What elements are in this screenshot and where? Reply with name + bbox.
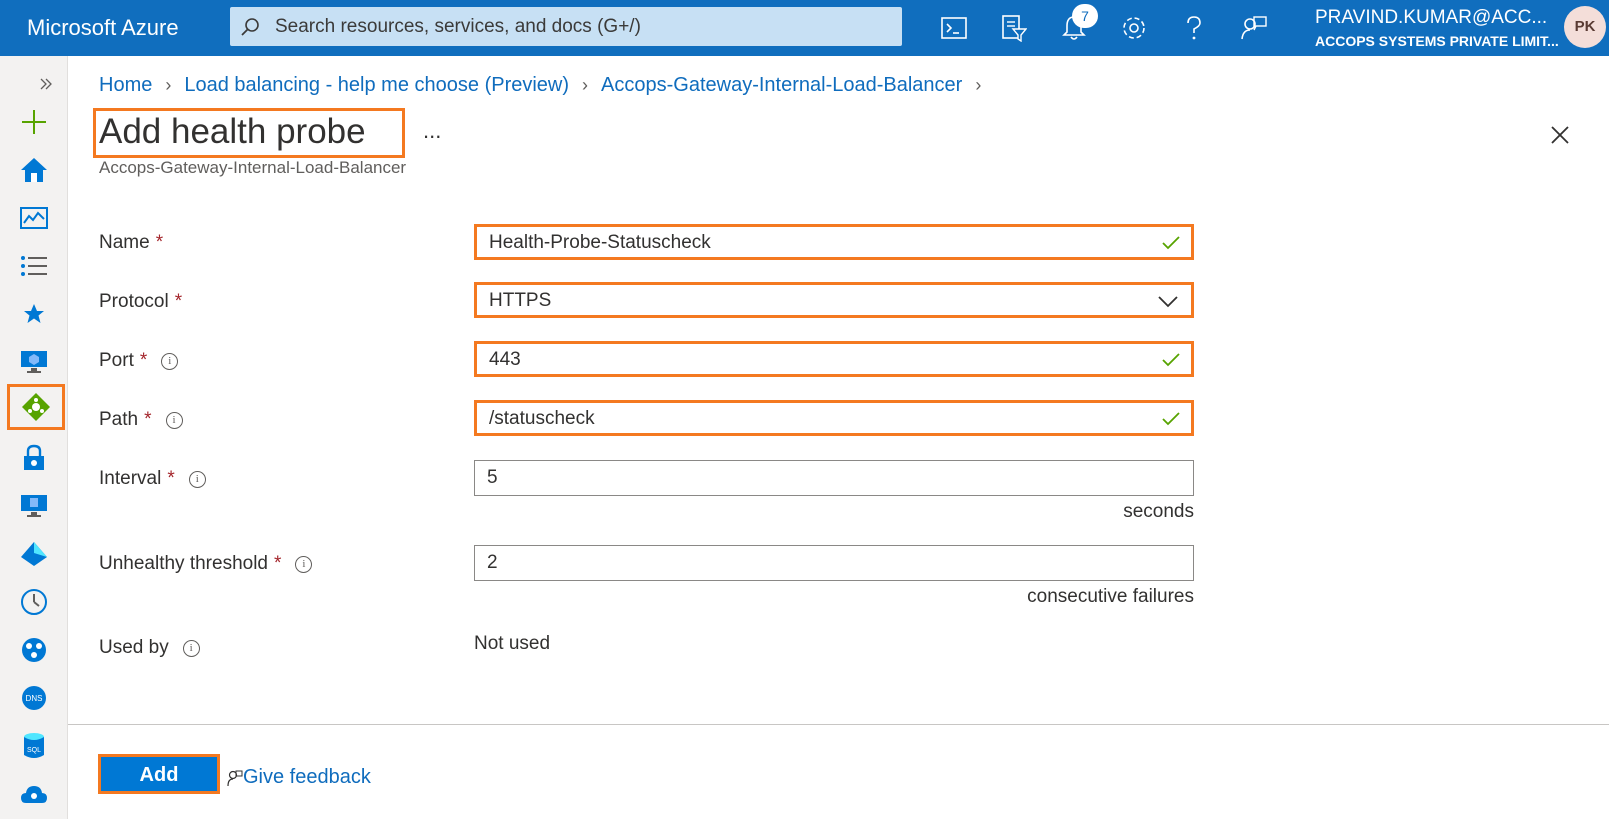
left-sidebar: DNS SQL	[0, 56, 68, 819]
info-icon[interactable]: i	[182, 639, 200, 657]
required-marker: *	[274, 553, 282, 574]
add-button[interactable]: Add	[98, 754, 220, 794]
protocol-label: Protocol *	[99, 291, 182, 313]
port-value: 443	[489, 349, 521, 370]
favorites-icon[interactable]	[14, 294, 54, 334]
name-value: Health-Probe-Statuscheck	[489, 232, 711, 253]
info-icon[interactable]: i	[161, 352, 179, 370]
user-name: PRAVIND.KUMAR@ACC...	[1315, 7, 1548, 28]
help-icon[interactable]	[1178, 12, 1210, 44]
close-icon[interactable]	[1545, 120, 1575, 150]
interval-label: Interval * i	[99, 468, 206, 490]
user-org: ACCOPS SYSTEMS PRIVATE LIMIT...	[1315, 33, 1559, 49]
required-marker: *	[174, 291, 183, 312]
cloud-shell-icon[interactable]	[938, 12, 970, 44]
give-feedback-label: Give feedback	[243, 766, 371, 788]
used-by-label-text: Used by	[99, 637, 169, 658]
load-balancer-icon[interactable]	[7, 384, 65, 430]
path-field[interactable]: /statuscheck	[474, 400, 1194, 436]
interval-field[interactable]: 5	[474, 460, 1194, 496]
virtual-desktop-icon[interactable]	[14, 486, 54, 526]
account-menu[interactable]: PRAVIND.KUMAR@ACC... ACCOPS SYSTEMS PRIV…	[1315, 7, 1559, 51]
search-placeholder: Search resources, services, and docs (G+…	[275, 16, 641, 37]
interval-value: 5	[487, 467, 498, 488]
protocol-value: HTTPS	[489, 290, 552, 311]
monitor-icon[interactable]	[14, 582, 54, 622]
name-label: Name *	[99, 232, 163, 254]
search-box[interactable]: Search resources, services, and docs (G+…	[230, 7, 902, 46]
active-directory-icon[interactable]	[14, 534, 54, 574]
breadcrumb-load-balancing[interactable]: Load balancing - help me choose (Preview…	[184, 74, 569, 97]
unhealthy-threshold-unit: consecutive failures	[1027, 586, 1194, 607]
breadcrumb: Home › Load balancing - help me choose (…	[99, 70, 994, 100]
chevron-right-icon: ›	[165, 74, 172, 95]
port-label: Port * i	[99, 350, 179, 372]
path-label: Path * i	[99, 409, 183, 431]
port-field[interactable]: 443	[474, 341, 1194, 377]
breadcrumb-load-balancer[interactable]: Accops-Gateway-Internal-Load-Balancer	[601, 74, 962, 97]
svg-text:DNS: DNS	[26, 694, 43, 703]
page-title: Add health probe	[99, 112, 366, 151]
chevron-right-icon: ›	[975, 74, 982, 95]
unhealthy-threshold-field[interactable]: 2	[474, 545, 1194, 581]
feedback-person-icon	[227, 770, 243, 786]
required-marker: *	[144, 409, 152, 430]
dashboard-icon[interactable]	[14, 198, 54, 238]
key-vault-icon[interactable]	[14, 438, 54, 478]
avatar[interactable]: PK	[1564, 6, 1606, 48]
info-icon[interactable]: i	[295, 555, 313, 573]
info-icon[interactable]: i	[188, 470, 206, 488]
check-icon	[1162, 412, 1180, 426]
interval-unit: seconds	[1123, 501, 1194, 522]
network-icon[interactable]	[14, 630, 54, 670]
feedback-icon[interactable]	[1238, 12, 1270, 44]
path-value: /statuscheck	[489, 408, 595, 429]
cloud-services-icon[interactable]	[14, 774, 54, 814]
brand-link[interactable]: Microsoft Azure	[27, 0, 179, 56]
notification-badge: 7	[1072, 4, 1098, 28]
port-label-text: Port	[99, 350, 134, 371]
sql-icon[interactable]: SQL	[14, 726, 54, 766]
svg-text:SQL: SQL	[27, 747, 41, 754]
top-bar: Microsoft Azure Search resources, servic…	[0, 0, 1609, 56]
required-marker: *	[155, 232, 164, 253]
home-icon[interactable]	[14, 150, 54, 190]
used-by-value: Not used	[474, 633, 551, 654]
interval-label-text: Interval	[99, 468, 162, 489]
give-feedback-link[interactable]: Give feedback	[227, 766, 371, 789]
protocol-select[interactable]: HTTPS	[474, 282, 1194, 318]
check-icon	[1162, 236, 1180, 250]
dns-icon[interactable]: DNS	[14, 678, 54, 718]
virtual-machines-icon[interactable]	[14, 342, 54, 382]
all-services-icon[interactable]	[14, 246, 54, 286]
name-field[interactable]: Health-Probe-Statuscheck	[474, 224, 1194, 260]
chevron-down-icon	[1158, 296, 1178, 308]
name-label-text: Name	[99, 232, 150, 253]
required-marker: *	[139, 350, 148, 371]
footer-divider	[68, 724, 1609, 725]
unhealthy-threshold-label-text: Unhealthy threshold	[99, 553, 268, 574]
used-by-label: Used by i	[99, 637, 200, 659]
protocol-label-text: Protocol	[99, 291, 169, 312]
info-icon[interactable]: i	[165, 411, 183, 429]
create-resource-icon[interactable]	[14, 102, 54, 142]
check-icon	[1162, 353, 1180, 367]
directory-filter-icon[interactable]	[998, 12, 1030, 44]
expand-icon[interactable]	[34, 64, 58, 104]
more-options-icon[interactable]: ...	[423, 118, 441, 144]
page-subtitle: Accops-Gateway-Internal-Load-Balancer	[99, 158, 407, 177]
unhealthy-threshold-value: 2	[487, 552, 498, 573]
required-marker: *	[167, 468, 175, 489]
settings-icon[interactable]	[1118, 12, 1150, 44]
unhealthy-threshold-label: Unhealthy threshold * i	[99, 553, 313, 575]
path-label-text: Path	[99, 409, 139, 430]
breadcrumb-home[interactable]: Home	[99, 74, 152, 97]
search-icon	[241, 18, 259, 36]
chevron-right-icon: ›	[582, 74, 589, 95]
